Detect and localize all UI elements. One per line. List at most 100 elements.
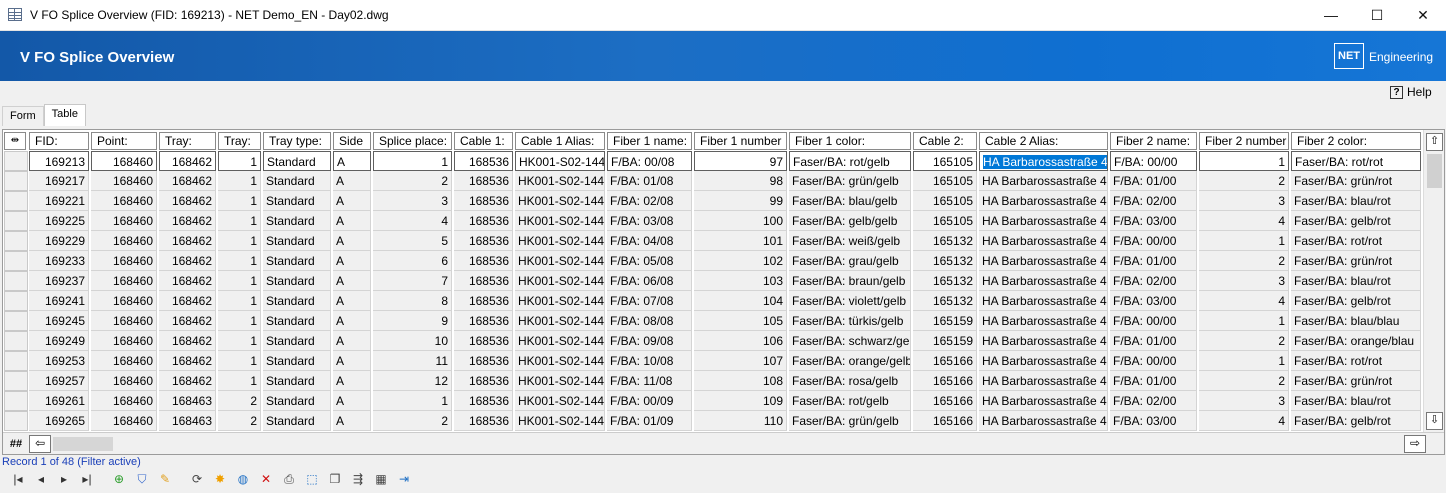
cell-cable-2-alias[interactable]: HA Barbarossastraße 41	[979, 171, 1108, 191]
cell-fiber-2-number[interactable]: 1	[1199, 151, 1289, 171]
row-selector[interactable]	[4, 251, 28, 271]
cell-fiber-1-name[interactable]: F/BA: 00/08	[607, 151, 692, 171]
cell-side[interactable]: A	[333, 331, 371, 351]
cell-fid[interactable]: 169225	[29, 211, 89, 231]
cell-point[interactable]: 168460	[91, 191, 157, 211]
row-selector[interactable]	[4, 391, 28, 411]
minimize-button[interactable]: —	[1308, 0, 1354, 30]
column-header-point[interactable]: Point:	[91, 132, 157, 150]
cell-fiber-1-color[interactable]: Faser/BA: violett/gelb	[789, 291, 911, 311]
cell-side[interactable]: A	[333, 351, 371, 371]
cell-fiber-2-name[interactable]: F/BA: 02/00	[1110, 191, 1197, 211]
cell-fiber-2-number[interactable]: 4	[1199, 211, 1289, 231]
cell-cable-2[interactable]: 165132	[913, 271, 977, 291]
maximize-button[interactable]: ☐	[1354, 0, 1400, 30]
cell-tray-type[interactable]: Standard	[263, 191, 331, 211]
cell-fiber-2-name[interactable]: F/BA: 02/00	[1110, 271, 1197, 291]
cell-fiber-2-number[interactable]: 2	[1199, 171, 1289, 191]
cell-fiber-2-name[interactable]: F/BA: 03/00	[1110, 211, 1197, 231]
cell-tray-type[interactable]: Standard	[263, 411, 331, 431]
cell-cable-1-alias[interactable]: HK001-S02-144F	[515, 291, 605, 311]
cell-tray-number[interactable]: 1	[218, 191, 261, 211]
cell-tray-type[interactable]: Standard	[263, 151, 331, 171]
cell-tray[interactable]: 168463	[159, 391, 216, 411]
cell-fiber-1-name[interactable]: F/BA: 00/09	[607, 391, 692, 411]
cell-tray[interactable]: 168462	[159, 351, 216, 371]
cell-cable-2-alias[interactable]: HA Barbarossastraße 41	[979, 211, 1108, 231]
cell-fiber-2-number[interactable]: 3	[1199, 391, 1289, 411]
cell-tray-number[interactable]: 1	[218, 271, 261, 291]
cell-cable-1[interactable]: 168536	[454, 251, 513, 271]
cell-tray-number[interactable]: 1	[218, 351, 261, 371]
cell-splice-place[interactable]: 2	[373, 411, 452, 431]
row-selector[interactable]	[4, 371, 28, 391]
cell-point[interactable]: 168460	[91, 231, 157, 251]
scroll-up-icon[interactable]: ⇧	[1426, 133, 1443, 151]
cell-fiber-2-number[interactable]: 2	[1199, 371, 1289, 391]
previous-record-icon[interactable]: ◂	[31, 469, 51, 489]
row-selector[interactable]	[4, 331, 28, 351]
cell-fiber-1-name[interactable]: F/BA: 01/08	[607, 171, 692, 191]
print-icon[interactable]: ⎙	[279, 469, 299, 489]
cell-tray-type[interactable]: Standard	[263, 331, 331, 351]
cell-tray[interactable]: 168462	[159, 371, 216, 391]
cell-fiber-1-number[interactable]: 108	[694, 371, 787, 391]
cell-cable-1-alias[interactable]: HK001-S02-144F	[515, 411, 605, 431]
cell-fiber-1-name[interactable]: F/BA: 03/08	[607, 211, 692, 231]
cell-tray-number[interactable]: 1	[218, 151, 261, 171]
cell-fiber-2-number[interactable]: 3	[1199, 191, 1289, 211]
cell-fiber-2-name[interactable]: F/BA: 00/00	[1110, 231, 1197, 251]
cell-fiber-2-color[interactable]: Faser/BA: grün/rot	[1291, 251, 1421, 271]
close-button[interactable]: ✕	[1400, 0, 1446, 30]
cell-fiber-1-number[interactable]: 104	[694, 291, 787, 311]
cell-fiber-2-name[interactable]: F/BA: 01/00	[1110, 251, 1197, 271]
row-selector[interactable]	[4, 311, 28, 331]
scroll-left-icon[interactable]: ⇦	[29, 435, 51, 453]
column-header-side[interactable]: Side	[333, 132, 371, 150]
cell-cable-2-alias[interactable]: HA Barbarossastraße 43	[979, 271, 1108, 291]
delete-icon[interactable]: ✕	[256, 469, 276, 489]
cell-cable-1-alias[interactable]: HK001-S02-144F	[515, 171, 605, 191]
cell-tray[interactable]: 168462	[159, 331, 216, 351]
cell-fiber-2-name[interactable]: F/BA: 01/00	[1110, 371, 1197, 391]
cell-side[interactable]: A	[333, 191, 371, 211]
cell-fiber-2-number[interactable]: 4	[1199, 291, 1289, 311]
cell-tray[interactable]: 168462	[159, 191, 216, 211]
cell-fiber-1-name[interactable]: F/BA: 04/08	[607, 231, 692, 251]
cell-splice-place[interactable]: 6	[373, 251, 452, 271]
cell-fiber-1-color[interactable]: Faser/BA: gelb/gelb	[789, 211, 911, 231]
cell-fiber-1-number[interactable]: 106	[694, 331, 787, 351]
cell-fid[interactable]: 169237	[29, 271, 89, 291]
horizontal-scroll-thumb[interactable]	[53, 437, 113, 451]
cell-cable-1-alias[interactable]: HK001-S02-144F	[515, 331, 605, 351]
cell-fiber-2-color[interactable]: Faser/BA: blau/blau	[1291, 311, 1421, 331]
cell-tray-number[interactable]: 1	[218, 291, 261, 311]
cell-tray-type[interactable]: Standard	[263, 311, 331, 331]
column-header-tray-type[interactable]: Tray type:	[263, 132, 331, 150]
cell-fiber-1-name[interactable]: F/BA: 09/08	[607, 331, 692, 351]
cell-tray-number[interactable]: 1	[218, 251, 261, 271]
cell-tray-number[interactable]: 1	[218, 171, 261, 191]
cell-fiber-2-name[interactable]: F/BA: 01/00	[1110, 171, 1197, 191]
cell-tray-type[interactable]: Standard	[263, 271, 331, 291]
cell-fiber-2-color[interactable]: Faser/BA: grün/rot	[1291, 371, 1421, 391]
cell-tray[interactable]: 168462	[159, 231, 216, 251]
column-header-fiber-2-color[interactable]: Fiber 2 color:	[1291, 132, 1421, 150]
cell-tray-number[interactable]: 2	[218, 411, 261, 431]
cell-fiber-1-color[interactable]: Faser/BA: rot/gelb	[789, 151, 911, 171]
filter-icon[interactable]: ⛉	[132, 469, 152, 489]
column-header-fiber-2-name[interactable]: Fiber 2 name:	[1110, 132, 1197, 150]
cell-cable-2[interactable]: 165166	[913, 411, 977, 431]
cell-point[interactable]: 168460	[91, 291, 157, 311]
cell-tray-type[interactable]: Standard	[263, 371, 331, 391]
cell-fiber-1-color[interactable]: Faser/BA: grau/gelb	[789, 251, 911, 271]
record-count-button[interactable]: ##	[5, 435, 27, 453]
edit-icon[interactable]: ✎	[155, 469, 175, 489]
cell-tray-number[interactable]: 1	[218, 371, 261, 391]
column-header-fiber-2-number[interactable]: Fiber 2 number	[1199, 132, 1289, 150]
cell-splice-place[interactable]: 8	[373, 291, 452, 311]
cell-tray-number[interactable]: 1	[218, 311, 261, 331]
cell-point[interactable]: 168460	[91, 271, 157, 291]
next-record-icon[interactable]: ▸	[54, 469, 74, 489]
column-header-fiber-1-number[interactable]: Fiber 1 number	[694, 132, 787, 150]
